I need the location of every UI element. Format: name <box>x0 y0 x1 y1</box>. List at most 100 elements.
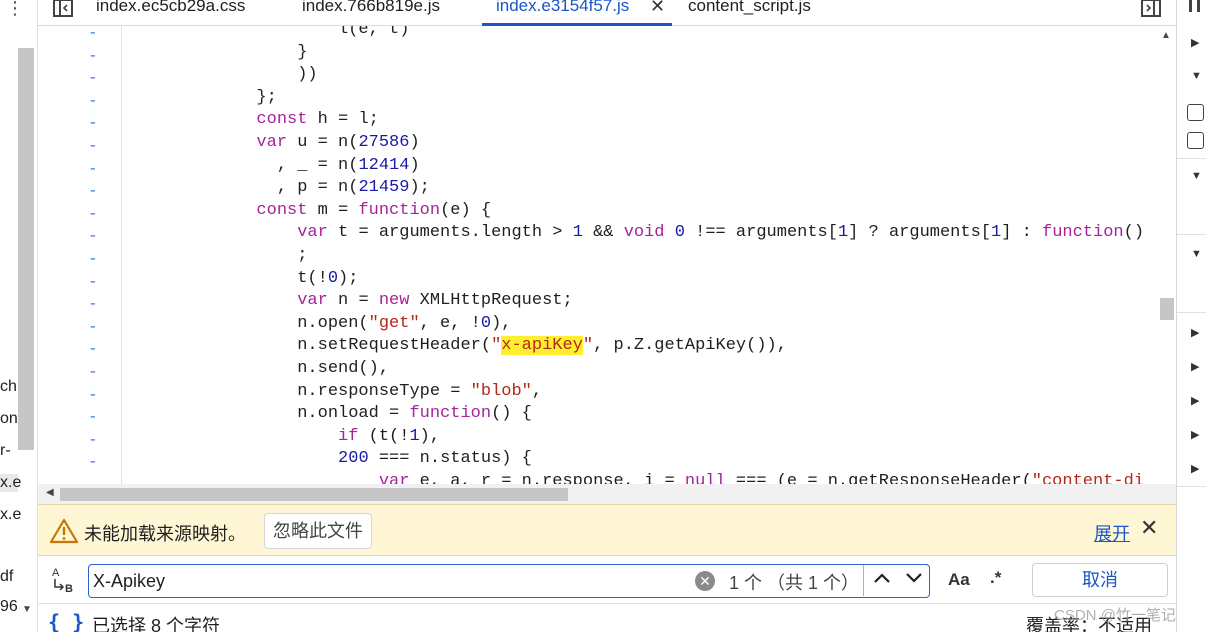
navigator-item[interactable]: 96 <box>0 598 18 616</box>
code-line[interactable]: 200 === n.status) { <box>134 449 532 472</box>
gutter-marker[interactable]: - <box>88 205 98 223</box>
code-line[interactable]: l(e, t) <box>134 26 409 43</box>
line-gutter[interactable]: - - - - - - - - - - - - - - - - - - - - - <box>38 26 122 484</box>
gutter-marker[interactable]: - <box>88 408 98 426</box>
code-token: const <box>256 110 308 130</box>
code-token: 1 <box>837 223 849 243</box>
toggle-navigator-icon[interactable] <box>52 0 74 18</box>
gutter-marker[interactable]: - <box>88 453 98 471</box>
code-line[interactable]: n.open("get", e, !0), <box>134 314 511 337</box>
navigator-item[interactable]: on <box>0 410 18 428</box>
code-line[interactable]: if (t(!1), <box>134 427 440 450</box>
search-input-box[interactable]: ✕ 1 个 （共 1 个） <box>88 564 930 598</box>
code-line[interactable]: n.send(), <box>134 359 389 382</box>
match-case-button[interactable]: Aa <box>948 570 970 590</box>
code-line[interactable]: var u = n(27586) <box>134 133 419 156</box>
gutter-marker[interactable]: - <box>88 273 98 291</box>
gutter-marker[interactable]: - <box>88 295 98 313</box>
vertical-scrollbar[interactable]: ▲ <box>1156 26 1176 484</box>
cancel-button[interactable]: 取消 <box>1032 563 1168 597</box>
tab-index-766-js[interactable]: index.766b819e.js <box>302 0 440 20</box>
code-line[interactable]: var e, a, r = n.response, i = null === (… <box>134 472 1144 484</box>
ignore-file-button[interactable]: 忽略此文件 <box>264 513 372 549</box>
gutter-marker[interactable]: - <box>88 363 98 381</box>
pretty-print-icon[interactable]: { } <box>48 610 84 632</box>
previous-match-button[interactable] <box>869 567 895 593</box>
gutter-marker[interactable]: - <box>88 47 98 65</box>
gutter-marker[interactable]: - <box>88 92 98 110</box>
close-icon[interactable]: ✕ <box>650 0 665 17</box>
gutter-marker[interactable]: - <box>88 340 98 358</box>
gutter-marker[interactable]: - <box>88 26 98 42</box>
gutter-marker[interactable]: - <box>88 431 98 449</box>
more-options-icon[interactable]: ⋮ <box>6 0 24 19</box>
gutter-marker[interactable]: - <box>88 386 98 404</box>
gutter-marker[interactable]: - <box>88 114 98 132</box>
gutter-marker[interactable]: - <box>88 250 98 268</box>
clear-search-icon[interactable]: ✕ <box>695 571 715 591</box>
code-token: u = n( <box>287 133 359 152</box>
tab-index-e31-js[interactable]: index.e3154f57.js <box>496 0 629 20</box>
navigator-item[interactable]: x.e <box>0 506 21 524</box>
chevron-right-icon[interactable]: ▶ <box>1191 428 1199 441</box>
code-editor[interactable]: - - - - - - - - - - - - - - - - - - - - - l(e, t) } )) }; co… <box>38 26 1176 484</box>
code-line[interactable]: var t = arguments.length > 1 && void 0 !… <box>134 223 1144 246</box>
expand-link[interactable]: 展开 <box>1094 520 1130 546</box>
code-area[interactable]: l(e, t) } )) }; const h = l; var u = n(2… <box>134 26 1154 484</box>
pause-icon[interactable] <box>1187 0 1203 14</box>
chevron-down-icon[interactable]: ▼ <box>1191 170 1202 182</box>
chevron-right-icon[interactable]: ▶ <box>1191 326 1199 339</box>
gutter-marker[interactable]: - <box>88 227 98 245</box>
chevron-right-icon[interactable]: ▶ <box>1191 462 1199 475</box>
navigator-item[interactable]: r- <box>0 442 11 460</box>
gutter-marker[interactable]: - <box>88 137 98 155</box>
gutter-marker[interactable]: - <box>88 318 98 336</box>
code-line[interactable]: n.onload = function() { <box>134 404 532 427</box>
code-line[interactable]: t(!0); <box>134 269 358 292</box>
chevron-right-icon[interactable]: ▶ <box>1191 36 1199 49</box>
code-line[interactable]: } <box>134 43 307 66</box>
code-line[interactable]: }; <box>134 88 276 111</box>
next-match-button[interactable] <box>901 567 927 593</box>
code-token: function <box>409 404 492 424</box>
code-line[interactable]: n.responseType = "blob", <box>134 382 542 405</box>
chevron-down-icon[interactable]: ▼ <box>1191 248 1202 260</box>
checkbox[interactable] <box>1187 132 1204 149</box>
chevron-right-icon[interactable]: ▶ <box>1191 394 1199 407</box>
chevron-down-icon[interactable]: ▼ <box>1191 70 1202 82</box>
gutter-marker[interactable]: - <box>88 69 98 87</box>
tab-index-css[interactable]: index.ec5cb29a.css <box>96 0 245 20</box>
scroll-up-icon[interactable]: ▲ <box>1161 30 1171 41</box>
search-input[interactable] <box>93 569 693 593</box>
code-line[interactable]: , _ = n(12414) <box>134 156 420 179</box>
scrollbar-thumb[interactable] <box>60 488 568 501</box>
navigator-scrollbar[interactable] <box>18 48 34 450</box>
close-icon[interactable]: ✕ <box>1140 515 1158 541</box>
gutter-marker[interactable]: - <box>88 476 98 484</box>
regex-button[interactable]: .* <box>990 568 1001 588</box>
code-line[interactable]: )) <box>134 65 317 88</box>
divider <box>1177 486 1206 487</box>
navigator-item[interactable]: ch <box>0 378 17 396</box>
navigator-item[interactable]: df <box>0 568 13 586</box>
code-line[interactable]: n.setRequestHeader("x-apiKey", p.Z.getAp… <box>134 336 787 359</box>
checkbox[interactable] <box>1187 104 1204 121</box>
chevron-right-icon[interactable]: ▶ <box>1191 360 1199 373</box>
horizontal-scrollbar[interactable]: ◀ <box>38 484 1176 504</box>
code-line[interactable]: , p = n(21459); <box>134 178 430 201</box>
replace-toggle-icon[interactable]: A B <box>50 564 78 594</box>
chevron-down-icon[interactable]: ▼ <box>22 604 32 615</box>
scroll-left-icon[interactable]: ◀ <box>46 487 54 498</box>
toggle-debugger-icon[interactable] <box>1140 0 1162 18</box>
tab-content-script-js[interactable]: content_script.js <box>688 0 811 20</box>
scrollbar-thumb[interactable] <box>1160 298 1174 320</box>
navigator-item[interactable]: x.e <box>0 474 21 492</box>
code-line[interactable]: const h = l; <box>134 110 378 133</box>
gutter-marker[interactable]: - <box>88 160 98 178</box>
gutter-marker[interactable]: - <box>88 182 98 200</box>
editor-tab-bar: index.ec5cb29a.css index.766b819e.js ind… <box>38 0 1176 26</box>
code-token: const <box>256 200 308 220</box>
code-line[interactable]: var n = new XMLHttpRequest; <box>134 291 572 314</box>
code-line[interactable]: const m = function(e) { <box>134 201 491 224</box>
code-line[interactable]: ; <box>134 246 307 269</box>
